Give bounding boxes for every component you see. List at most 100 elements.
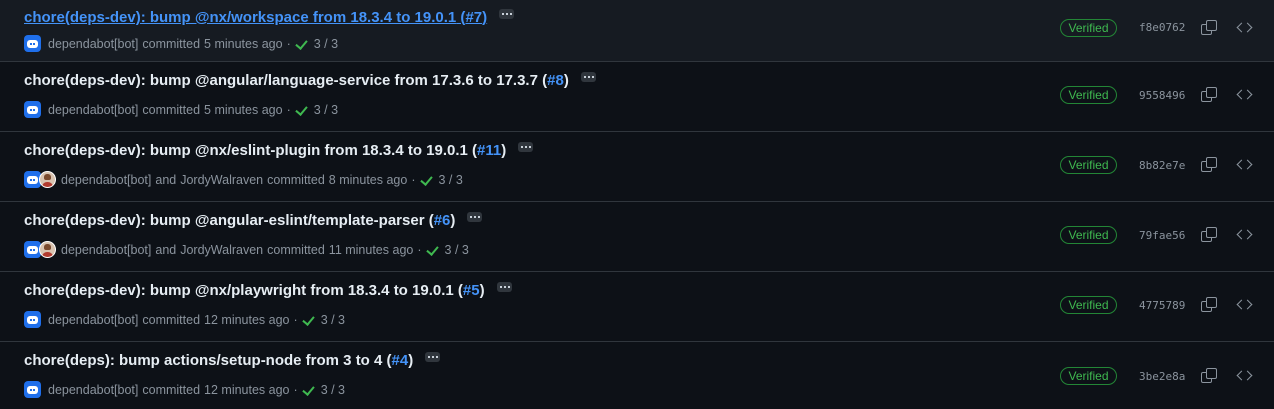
copy-icon[interactable] bbox=[1201, 20, 1217, 36]
checks-status[interactable]: 3 / 3 bbox=[314, 103, 338, 117]
commit-list: chore(deps-dev): bump @nx/workspace from… bbox=[0, 0, 1274, 409]
copy-icon[interactable] bbox=[1201, 368, 1217, 384]
verified-badge[interactable]: Verified bbox=[1060, 226, 1117, 244]
commit-sha-link[interactable]: 79fae56 bbox=[1139, 229, 1185, 242]
pull-request-link[interactable]: #4 bbox=[392, 352, 409, 369]
dependabot-avatar-icon[interactable] bbox=[24, 381, 41, 398]
commit-sha-link[interactable]: 4775789 bbox=[1139, 299, 1185, 312]
check-icon[interactable] bbox=[295, 38, 307, 50]
commit-title-link[interactable]: chore(deps-dev): bump @angular/language-… bbox=[24, 72, 569, 89]
commit-title-text: chore(deps-dev): bump @angular/language-… bbox=[24, 72, 538, 89]
dependabot-avatar-icon[interactable] bbox=[24, 311, 41, 328]
commit-row: chore(deps-dev): bump @nx/playwright fro… bbox=[0, 272, 1274, 342]
pull-request-link[interactable]: #6 bbox=[434, 212, 451, 229]
commit-sha-link[interactable]: 8b82e7e bbox=[1139, 159, 1185, 172]
author-link[interactable]: dependabot[bot] bbox=[48, 383, 138, 397]
copy-icon[interactable] bbox=[1201, 157, 1217, 173]
commit-time: 12 minutes ago bbox=[204, 312, 290, 327]
pull-request-link[interactable]: #5 bbox=[463, 282, 480, 299]
expand-description-button[interactable] bbox=[499, 8, 515, 19]
commit-row: chore(deps-dev): bump @angular/language-… bbox=[0, 62, 1274, 132]
commit-title-link[interactable]: chore(deps-dev): bump @nx/playwright fro… bbox=[24, 282, 485, 299]
commit-title-link[interactable]: chore(deps-dev): bump @angular-eslint/te… bbox=[24, 212, 455, 229]
author-connector: and bbox=[155, 172, 177, 187]
pull-request-link[interactable]: #11 bbox=[477, 142, 501, 159]
author-link[interactable]: dependabot[bot] bbox=[48, 37, 138, 51]
user-avatar[interactable] bbox=[39, 241, 56, 258]
browse-code-icon[interactable] bbox=[1236, 369, 1254, 383]
pull-request-link[interactable]: #7 bbox=[465, 9, 482, 26]
commit-verb: committed bbox=[267, 172, 325, 187]
user-avatar[interactable] bbox=[39, 171, 56, 188]
separator-dot: · bbox=[286, 102, 291, 117]
commit-sha-link[interactable]: 3be2e8a bbox=[1139, 370, 1185, 383]
commit-row: chore(deps-dev): bump @angular-eslint/te… bbox=[0, 202, 1274, 272]
commit-row: chore(deps-dev): bump @nx/eslint-plugin … bbox=[0, 132, 1274, 202]
commit-title-link[interactable]: chore(deps-dev): bump @nx/eslint-plugin … bbox=[24, 142, 506, 159]
copy-icon[interactable] bbox=[1201, 297, 1217, 313]
pull-request-link[interactable]: #8 bbox=[547, 72, 564, 89]
expand-description-button[interactable] bbox=[496, 281, 512, 292]
expand-description-button[interactable] bbox=[467, 211, 483, 222]
browse-code-icon[interactable] bbox=[1236, 298, 1254, 312]
separator-dot: · bbox=[411, 172, 416, 187]
expand-description-button[interactable] bbox=[518, 141, 534, 152]
expand-description-button[interactable] bbox=[580, 71, 596, 82]
check-icon[interactable] bbox=[302, 384, 314, 396]
author-link[interactable]: dependabot[bot] bbox=[48, 313, 138, 327]
commit-title-link[interactable]: chore(deps-dev): bump @nx/workspace from… bbox=[24, 9, 487, 26]
commit-meta: dependabot[bot] committed 5 minutes ago … bbox=[24, 101, 338, 118]
checks-status[interactable]: 3 / 3 bbox=[445, 243, 469, 257]
check-icon[interactable] bbox=[420, 174, 432, 186]
commit-meta: dependabot[bot] and JordyWalraven commit… bbox=[24, 241, 469, 258]
commit-verb: committed bbox=[142, 102, 201, 117]
copy-icon[interactable] bbox=[1201, 87, 1217, 103]
commit-sha-link[interactable]: 9558496 bbox=[1139, 89, 1185, 102]
separator-dot: · bbox=[293, 382, 298, 397]
verified-badge[interactable]: Verified bbox=[1060, 19, 1117, 37]
verified-badge[interactable]: Verified bbox=[1060, 296, 1117, 314]
checks-status[interactable]: 3 / 3 bbox=[321, 383, 345, 397]
commit-meta: dependabot[bot] and JordyWalraven commit… bbox=[24, 171, 463, 188]
expand-description-button[interactable] bbox=[425, 351, 441, 362]
author-connector: and bbox=[155, 242, 177, 257]
browse-code-icon[interactable] bbox=[1236, 21, 1254, 35]
commit-meta: dependabot[bot] committed 5 minutes ago … bbox=[24, 35, 338, 52]
commit-time: 8 minutes ago bbox=[328, 172, 408, 187]
separator-dot: · bbox=[293, 312, 298, 327]
author-link[interactable]: dependabot[bot] bbox=[61, 173, 151, 187]
commit-title-line: chore(deps-dev): bump @nx/eslint-plugin … bbox=[24, 141, 534, 159]
check-icon[interactable] bbox=[302, 314, 314, 326]
commit-verb: committed bbox=[267, 242, 325, 257]
commit-verb: committed bbox=[142, 382, 201, 397]
check-icon[interactable] bbox=[295, 104, 307, 116]
dependabot-avatar-icon[interactable] bbox=[24, 35, 41, 52]
separator-dot: · bbox=[286, 36, 291, 51]
commit-sha-link[interactable]: f8e0762 bbox=[1139, 21, 1185, 34]
checks-status[interactable]: 3 / 3 bbox=[321, 313, 345, 327]
commit-title-line: chore(deps-dev): bump @nx/playwright fro… bbox=[24, 281, 512, 299]
browse-code-icon[interactable] bbox=[1236, 158, 1254, 172]
browse-code-icon[interactable] bbox=[1236, 88, 1254, 102]
co-author-link[interactable]: JordyWalraven bbox=[180, 173, 263, 187]
co-author-link[interactable]: JordyWalraven bbox=[180, 243, 263, 257]
check-icon[interactable] bbox=[426, 244, 438, 256]
author-link[interactable]: dependabot[bot] bbox=[48, 103, 138, 117]
commit-time: 5 minutes ago bbox=[204, 102, 283, 117]
verified-badge[interactable]: Verified bbox=[1060, 86, 1117, 104]
checks-status[interactable]: 3 / 3 bbox=[314, 37, 338, 51]
commit-title-link[interactable]: chore(deps): bump actions/setup-node fro… bbox=[24, 352, 413, 369]
dependabot-avatar-icon[interactable] bbox=[24, 101, 41, 118]
commit-time: 12 minutes ago bbox=[204, 382, 290, 397]
verified-badge[interactable]: Verified bbox=[1060, 156, 1117, 174]
verified-badge[interactable]: Verified bbox=[1060, 367, 1117, 385]
commit-verb: committed bbox=[142, 36, 201, 51]
commit-title-text: chore(deps-dev): bump @nx/workspace from… bbox=[24, 9, 457, 26]
copy-icon[interactable] bbox=[1201, 227, 1217, 243]
commit-title-text: chore(deps): bump actions/setup-node fro… bbox=[24, 352, 383, 369]
checks-status[interactable]: 3 / 3 bbox=[439, 173, 463, 187]
commit-meta: dependabot[bot] committed 12 minutes ago… bbox=[24, 381, 345, 398]
commit-row: chore(deps): bump actions/setup-node fro… bbox=[0, 342, 1274, 401]
author-link[interactable]: dependabot[bot] bbox=[61, 243, 151, 257]
browse-code-icon[interactable] bbox=[1236, 228, 1254, 242]
